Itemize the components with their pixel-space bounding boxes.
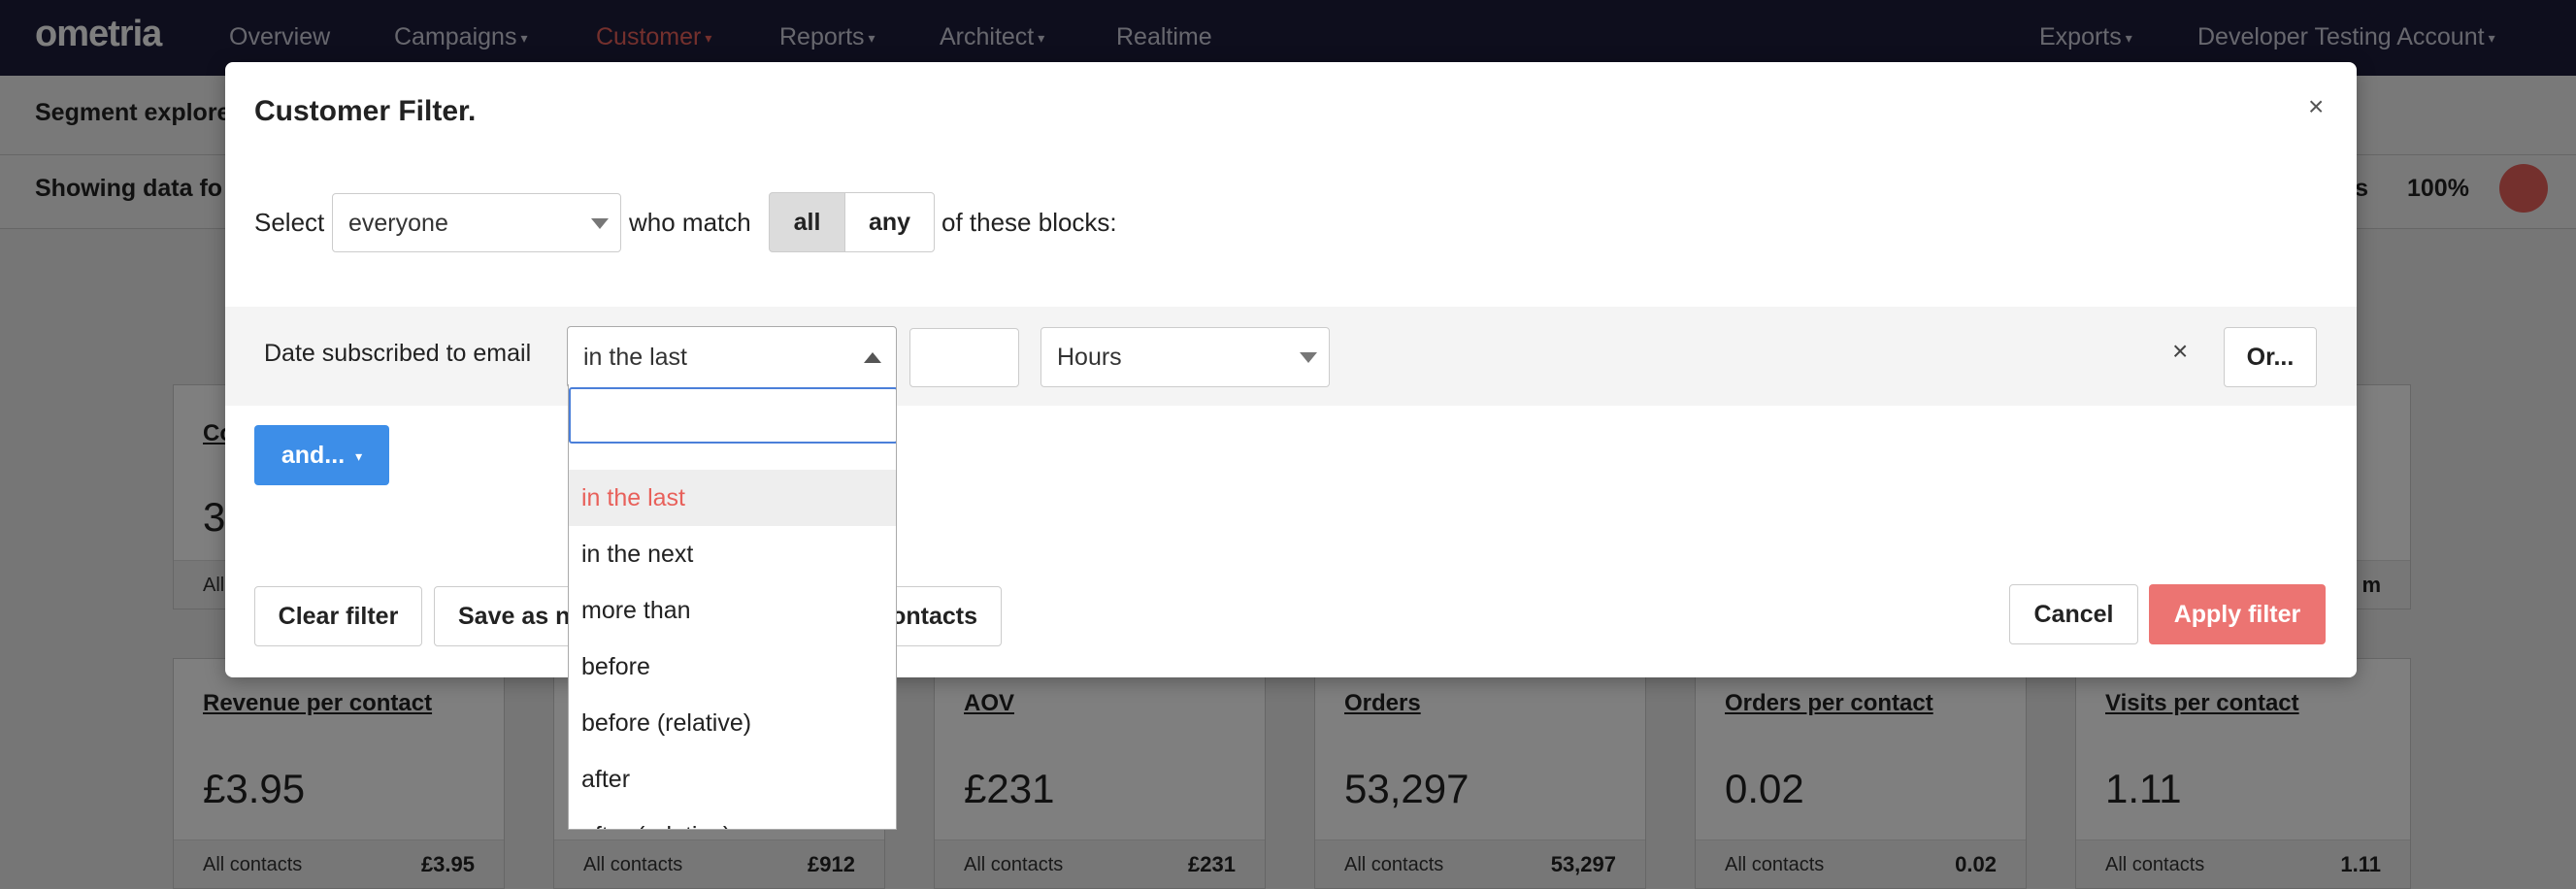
or-button[interactable]: Or... bbox=[2224, 327, 2317, 387]
apply-filter-button[interactable]: Apply filter bbox=[2149, 584, 2326, 644]
select-label: Select bbox=[254, 208, 325, 237]
caret-down-icon: ▾ bbox=[355, 448, 363, 465]
remove-block-icon[interactable]: × bbox=[2172, 336, 2188, 367]
audience-select[interactable]: everyone bbox=[332, 193, 621, 252]
operator-dropdown: in the last in the next more than before… bbox=[568, 384, 897, 830]
dropdown-option-more-than[interactable]: more than bbox=[569, 582, 896, 639]
save-as-new-button[interactable]: Save as ne bbox=[434, 586, 579, 646]
dropdown-arrow-icon bbox=[1300, 352, 1317, 363]
dropdown-option-in-the-next[interactable]: in the next bbox=[569, 526, 896, 582]
dropdown-arrow-up-icon bbox=[864, 352, 881, 363]
dropdown-arrow-icon bbox=[591, 218, 609, 229]
dropdown-option-in-the-last[interactable]: in the last bbox=[569, 470, 896, 526]
and-button-label: and... bbox=[281, 442, 346, 469]
modal-title: Customer Filter. bbox=[254, 95, 477, 127]
unit-select-value: Hours bbox=[1057, 344, 1122, 371]
filter-field-label: Date subscribed to email bbox=[264, 340, 532, 367]
blocks-label: of these blocks: bbox=[941, 208, 1117, 237]
customer-filter-modal: Customer Filter. × Select everyone who m… bbox=[225, 62, 2357, 677]
dropdown-option-after-relative[interactable]: after (relative) bbox=[569, 807, 896, 829]
match-label: who match bbox=[629, 208, 751, 237]
dropdown-option-before-relative[interactable]: before (relative) bbox=[569, 695, 896, 751]
close-icon[interactable]: × bbox=[2308, 91, 2324, 122]
operator-select-value: in the last bbox=[583, 344, 688, 371]
audience-select-value: everyone bbox=[348, 210, 448, 237]
match-all-button[interactable]: all bbox=[769, 192, 845, 252]
unit-select[interactable]: Hours bbox=[1040, 327, 1330, 387]
cancel-button[interactable]: Cancel bbox=[2009, 584, 2138, 644]
and-button[interactable]: and... ▾ bbox=[254, 425, 389, 485]
match-any-button[interactable]: any bbox=[844, 192, 935, 252]
operator-select[interactable]: in the last bbox=[567, 326, 897, 388]
dropdown-option-before[interactable]: before bbox=[569, 639, 896, 695]
dropdown-search-input[interactable] bbox=[569, 387, 896, 444]
dropdown-option-after[interactable]: after bbox=[569, 751, 896, 807]
amount-input[interactable] bbox=[909, 328, 1019, 387]
clear-filter-button[interactable]: Clear filter bbox=[254, 586, 422, 646]
